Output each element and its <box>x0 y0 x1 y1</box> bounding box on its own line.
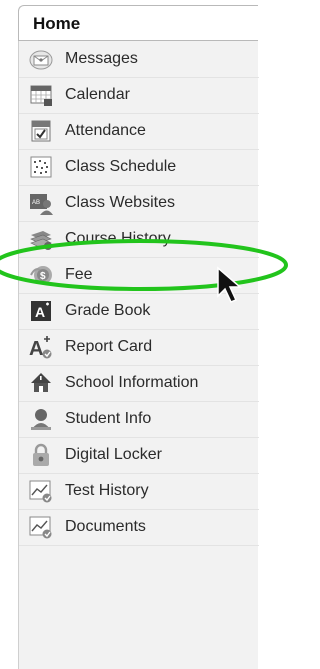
svg-text:A: A <box>35 304 45 320</box>
menu-item-label: Attendance <box>65 122 146 139</box>
menu-item-class-websites[interactable]: AB Class Websites <box>19 185 259 222</box>
grade-book-icon: A <box>29 299 53 323</box>
home-title: Home <box>33 14 81 33</box>
sidebar-menu: Messages Calendar Attendance Class Sched… <box>18 41 259 669</box>
menu-item-label: School Information <box>65 374 199 391</box>
svg-text:A: A <box>29 338 43 359</box>
envelope-icon <box>29 47 53 71</box>
school-building-icon <box>29 371 53 395</box>
schedule-grid-icon <box>29 155 53 179</box>
mouse-pointer-icon <box>217 266 243 303</box>
menu-item-student-info[interactable]: Student Info <box>19 401 259 438</box>
menu-item-label: Test History <box>65 482 149 499</box>
menu-item-label: Report Card <box>65 338 153 355</box>
menu-item-test-history[interactable]: Test History <box>19 473 259 510</box>
menu-item-label: Calendar <box>65 86 130 103</box>
menu-item-label: Class Websites <box>65 194 175 211</box>
home-header[interactable]: Home <box>18 5 258 41</box>
attendance-check-icon <box>29 119 53 143</box>
menu-item-documents[interactable]: Documents <box>19 509 259 546</box>
test-chart-icon <box>29 479 53 503</box>
menu-item-report-card[interactable]: A Report Card <box>19 329 259 366</box>
menu-item-label: Grade Book <box>65 302 151 319</box>
menu-item-label: Digital Locker <box>65 446 162 463</box>
menu-item-label: Documents <box>65 518 146 535</box>
report-card-icon: A <box>29 335 53 359</box>
padlock-icon <box>29 443 53 467</box>
calendar-icon <box>29 83 53 107</box>
menu-item-label: Student Info <box>65 410 152 427</box>
menu-item-school-information[interactable]: School Information <box>19 365 259 402</box>
class-website-icon: AB <box>29 191 53 215</box>
menu-item-label: Messages <box>65 50 138 67</box>
svg-text:AB: AB <box>32 200 40 206</box>
menu-item-attendance[interactable]: Attendance <box>19 113 259 150</box>
student-person-icon <box>29 407 53 431</box>
menu-item-digital-locker[interactable]: Digital Locker <box>19 437 259 474</box>
menu-item-messages[interactable]: Messages <box>19 41 259 78</box>
menu-item-class-schedule[interactable]: Class Schedule <box>19 149 259 186</box>
menu-item-label: Class Schedule <box>65 158 177 175</box>
menu-item-calendar[interactable]: Calendar <box>19 77 259 114</box>
document-chart-icon <box>29 515 53 539</box>
